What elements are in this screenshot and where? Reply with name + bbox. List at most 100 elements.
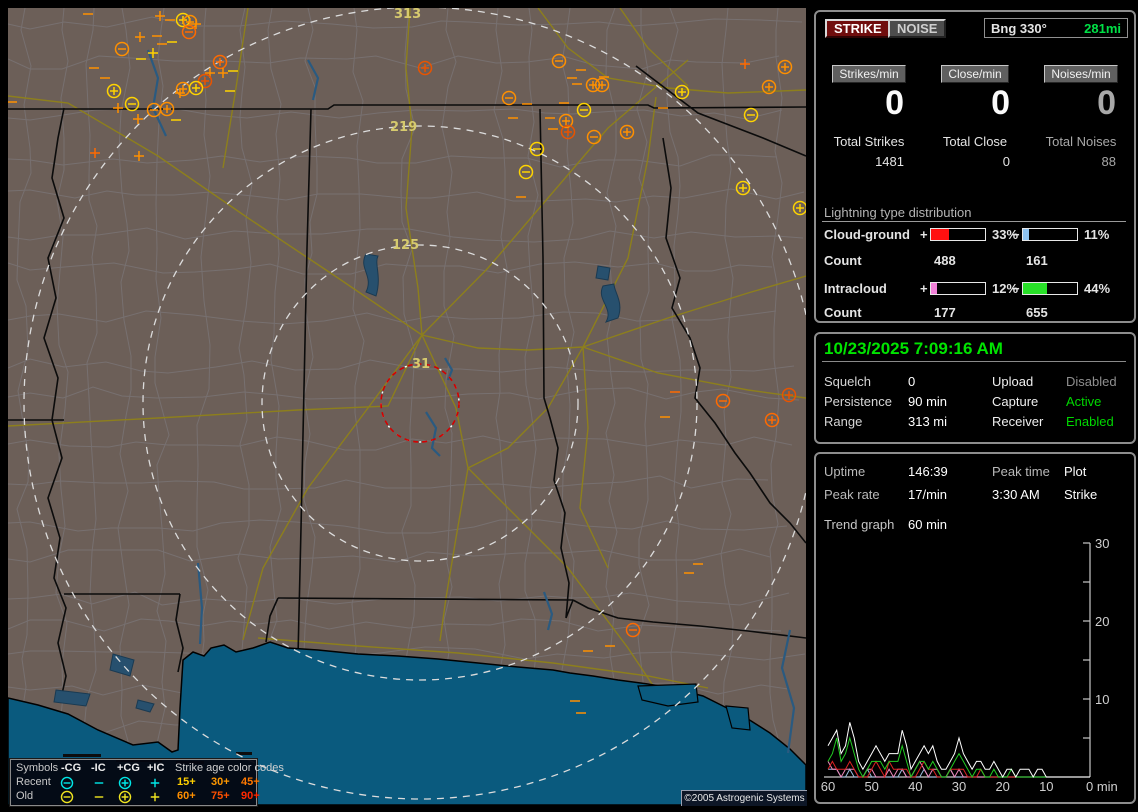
y-tick-30: 30	[1095, 536, 1109, 551]
persistence-value: 90 min	[908, 394, 948, 409]
total-strikes-label: Total Strikes	[833, 134, 905, 149]
trend-panel: Uptime 146:39 Peak time Plot Peak rate 1…	[814, 452, 1136, 804]
cg-neg-count: 161	[1026, 253, 1048, 268]
legend-col-pos-cg: +CG	[117, 762, 140, 774]
bearing-distance: 281mi	[1084, 20, 1121, 36]
ic-neg-pct: 44%	[1084, 281, 1111, 296]
ic-neg-count: 655	[1026, 305, 1048, 320]
legend-row-old: Old 60+ 75+ 90+	[11, 789, 260, 804]
close-per-min-button[interactable]: Close/min	[941, 65, 1009, 83]
strikes-per-min-button[interactable]: Strikes/min	[832, 65, 906, 83]
minus-sign: −	[1012, 227, 1020, 242]
close-per-min-col: Close/min 0	[922, 65, 1028, 121]
counters-panel: STRIKE NOISE Bng 330° 281mi Strikes/min …	[814, 10, 1136, 323]
age-code-45+: 45+	[241, 776, 260, 788]
close-per-min-value: 0	[991, 84, 1010, 122]
age-code-75+: 75+	[211, 790, 230, 802]
strike-button[interactable]: STRIKE	[825, 19, 891, 38]
ring-label-219: 219	[390, 120, 417, 135]
peak-rate-value: 17/min	[908, 487, 948, 502]
plus-sign: +	[920, 281, 928, 296]
status-panel: 10/23/2025 7:09:16 AM Squelch 0 Upload D…	[814, 332, 1136, 444]
intracloud-label: Intracloud	[824, 281, 887, 296]
x-tick-20: 20	[995, 779, 1009, 794]
legend-col-pos-ic: +IC	[147, 762, 165, 774]
cloud-ground-label: Cloud-ground	[824, 227, 910, 242]
count-label: Count	[824, 253, 862, 268]
intracloud-row: Intracloud + 12% − 44%	[816, 281, 1134, 296]
ring-label-313: 313	[394, 8, 421, 22]
minus-sign: −	[1012, 281, 1020, 296]
totals-row: Total Strikes 1481 Total Close 0 Total N…	[816, 134, 1134, 169]
persistence-label: Persistence	[824, 394, 892, 409]
peak-rate-label: Peak rate	[824, 487, 880, 502]
x-tick-40: 40	[908, 779, 922, 794]
legend-symbols-label: Symbols	[16, 762, 59, 774]
peak-time-value: 3:30 AM	[992, 487, 1040, 502]
y-tick-10: 10	[1095, 692, 1109, 707]
receiver-label: Receiver	[992, 414, 1044, 429]
cg-pos-count: 488	[934, 253, 956, 268]
upload-label: Upload	[992, 374, 1034, 389]
x-tick-50: 50	[864, 779, 878, 794]
bearing-readout: Bng 330° 281mi	[984, 18, 1128, 38]
datetime-display: 10/23/2025 7:09:16 AM	[824, 339, 1003, 358]
x-tick-0min: 0 min	[1086, 779, 1118, 794]
cg-neg-pct: 11%	[1084, 227, 1110, 242]
distribution-rule	[822, 221, 1126, 222]
x-tick-60: 60	[821, 779, 835, 794]
copyright-bar: ©2005 Astrogenic Systems	[681, 790, 807, 806]
rate-counters: Strikes/min 0 Close/min 0 Noises/min 0	[816, 65, 1134, 121]
trend-series--CG	[828, 768, 1090, 778]
range-label: Range	[824, 414, 863, 429]
total-close-value: 0	[1002, 154, 1010, 169]
x-tick-30: 30	[952, 779, 966, 794]
total-strikes-value: 1481	[875, 154, 904, 169]
capture-label: Capture	[992, 394, 1039, 409]
total-close-label: Total Close	[942, 134, 1008, 149]
map-legend: Symbols -CG -IC +CG +IC Strike age color…	[9, 758, 284, 807]
total-noises-value: 88	[1101, 154, 1116, 169]
squelch-value: 0	[908, 374, 916, 389]
app-window: { "map": { "center": [412, 395], "ring_c…	[0, 0, 1138, 812]
ic-pos-count: 177	[934, 305, 956, 320]
distribution-title: Lightning type distribution	[824, 205, 972, 220]
ic-pos-bar	[930, 282, 986, 295]
cg-neg-bar	[1022, 228, 1078, 241]
total-noises-label: Total Noises	[1045, 134, 1117, 149]
legend-symbol-glyphs	[60, 776, 160, 790]
ic-neg-bar	[1022, 282, 1078, 295]
legend-col-neg-cg: -CG	[61, 762, 82, 774]
bearing-label: Bng 330°	[991, 20, 1047, 36]
cloud-ground-row: Cloud-ground + 33% − 11%	[816, 227, 1134, 242]
lightning-map[interactable]: 31 125 219 313	[8, 8, 806, 805]
squelch-label: Squelch	[824, 374, 871, 389]
count-label: Count	[824, 305, 862, 320]
peak-time-label: Peak time	[992, 464, 1050, 479]
ring-label-31: 31	[412, 357, 430, 372]
range-value: 313 mi	[908, 414, 948, 429]
age-code-60+: 60+	[177, 790, 196, 802]
legend-row-recent: Recent 15+ 30+ 45+	[11, 775, 260, 790]
plot-mode-value: Strike	[1064, 487, 1098, 502]
noise-button[interactable]: NOISE	[888, 19, 947, 38]
ring-label-125: 125	[392, 238, 419, 253]
legend-header-row: Symbols -CG -IC +CG +IC Strike age color…	[11, 761, 284, 775]
trend-graph: 10 20 30 60 50 40 30 20 10 0 min	[821, 536, 1118, 794]
noises-per-min-col: Noises/min 0	[1028, 65, 1134, 121]
age-code-30+: 30+	[211, 776, 230, 788]
strikes-per-min-value: 0	[885, 84, 904, 122]
map-canvas: 31 125 219 313	[8, 8, 806, 805]
noises-per-min-button[interactable]: Noises/min	[1044, 65, 1118, 83]
plot-value: Plot	[1064, 464, 1087, 479]
legend-col-neg-ic: -IC	[91, 762, 106, 774]
uptime-value: 146:39	[908, 464, 948, 479]
plus-sign: +	[920, 227, 928, 242]
noises-per-min-value: 0	[1097, 84, 1116, 122]
capture-value: Active	[1066, 394, 1102, 409]
datetime-rule	[822, 361, 1126, 362]
x-tick-10: 10	[1039, 779, 1053, 794]
uptime-label: Uptime	[824, 464, 866, 479]
legend-age-title: Strike age color codes	[175, 762, 284, 774]
receiver-value: Enabled	[1066, 414, 1114, 429]
